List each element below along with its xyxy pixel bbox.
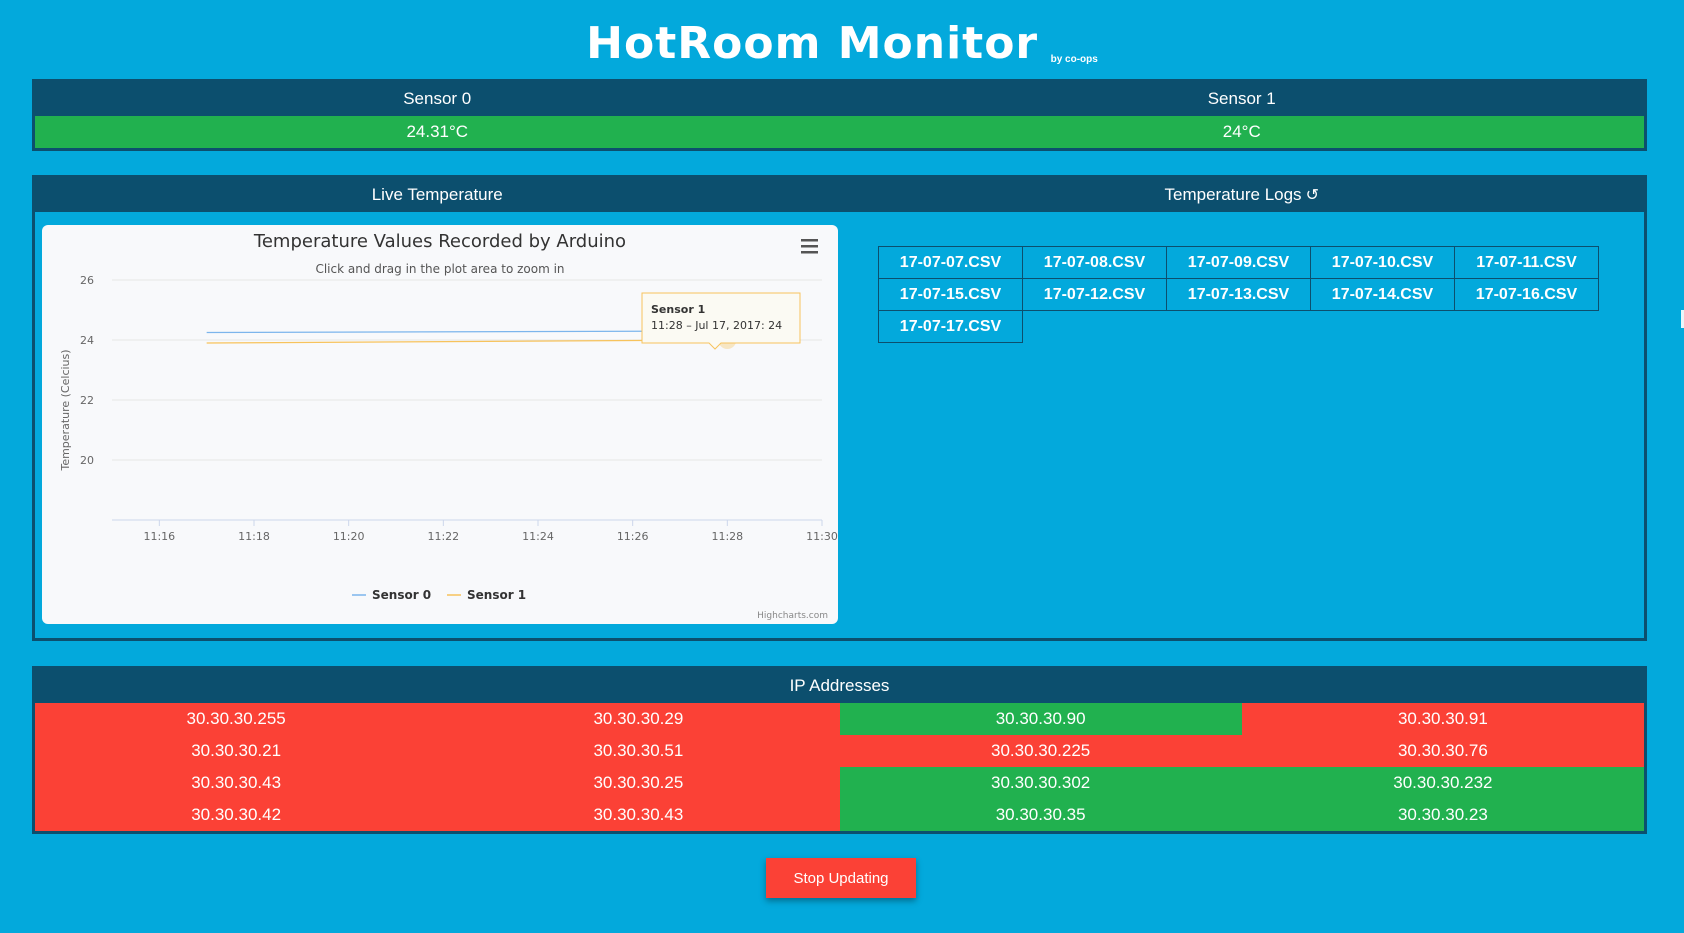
- ip-address-cell: 30.30.30.91: [1241, 703, 1644, 735]
- ip-address-cell: 30.30.30.42: [35, 799, 438, 831]
- live-temperature-heading: Live Temperature: [371, 185, 503, 204]
- page-header: HotRoom Monitor by co-ops: [0, 18, 1684, 69]
- sensor-1-name: Sensor 1: [1207, 89, 1276, 108]
- middle-panel: Live Temperature Temperature Logs ↺ Tempe…: [32, 175, 1647, 641]
- app-title: HotRoom Monitor: [586, 18, 1039, 69]
- ip-address-cell: 30.30.30.302: [839, 767, 1242, 799]
- ip-address-cell: 30.30.30.255: [35, 703, 438, 735]
- ip-address-cell: 30.30.30.21: [35, 735, 438, 767]
- x-tick-label: 11:26: [617, 530, 649, 543]
- log-file-link[interactable]: 17-07-11.CSV: [1454, 246, 1599, 279]
- ip-addresses-heading: IP Addresses: [789, 676, 890, 695]
- ip-panel: IP Addresses 30.30.30.255 30.30.30.29 30.3…: [32, 666, 1647, 834]
- x-tick-label: 11:18: [238, 530, 270, 543]
- ip-address-cell: 30.30.30.43: [437, 799, 840, 831]
- log-file-link[interactable]: 17-07-16.CSV: [1454, 278, 1599, 311]
- sensor-panel-header: Sensor 0 Sensor 1: [35, 82, 1644, 116]
- temperature-chart[interactable]: Temperature Values Recorded by Arduino Cl…: [42, 225, 838, 624]
- log-file-link[interactable]: 17-07-14.CSV: [1310, 278, 1455, 311]
- y-tick-label: 26: [80, 274, 94, 287]
- ip-address-cell: 30.30.30.25: [437, 767, 840, 799]
- ip-address-cell: 30.30.30.43: [35, 767, 438, 799]
- sensor-0-value: 24.31°C: [406, 122, 469, 141]
- x-tick-label: 11:30: [806, 530, 838, 543]
- log-file-link[interactable]: 17-07-13.CSV: [1166, 278, 1311, 311]
- log-file-link[interactable]: 17-07-17.CSV: [878, 310, 1023, 343]
- ip-address-cell: 30.30.30.29: [437, 703, 840, 735]
- log-file-link[interactable]: 17-07-10.CSV: [1310, 246, 1455, 279]
- log-file-link[interactable]: 17-07-15.CSV: [878, 278, 1023, 311]
- x-tick-label: 11:22: [427, 530, 459, 543]
- log-file-link[interactable]: 17-07-09.CSV: [1166, 246, 1311, 279]
- sensor-0-name: Sensor 0: [403, 89, 472, 108]
- app-subtitle: by co-ops: [1050, 54, 1098, 66]
- log-file-link[interactable]: 17-07-12.CSV: [1022, 278, 1167, 311]
- hamburger-menu-icon[interactable]: [801, 239, 818, 254]
- ip-address-cell: 30.30.30.225: [839, 735, 1242, 767]
- y-tick-label: 20: [80, 454, 94, 467]
- legend-item: Sensor 1: [467, 588, 526, 602]
- chart-title: Temperature Values Recorded by Arduino: [253, 231, 626, 252]
- x-tick-label: 11:20: [333, 530, 365, 543]
- log-file-link[interactable]: 17-07-08.CSV: [1022, 246, 1167, 279]
- chart-credits: Highcharts.com: [757, 611, 828, 621]
- temperature-logs-label: Temperature Logs: [1164, 185, 1302, 204]
- tooltip-series: Sensor 1: [651, 303, 705, 316]
- y-axis-label: Temperature (Celcius): [59, 349, 72, 471]
- log-file-link[interactable]: 17-07-07.CSV: [878, 246, 1023, 279]
- sensor-1-value: 24°C: [1222, 122, 1261, 141]
- ip-grid: 30.30.30.255 30.30.30.29 30.30.30.90 30.30.…: [35, 703, 1644, 831]
- tooltip-text: 11:28 – Jul 17, 2017: 24: [651, 319, 782, 332]
- ip-address-cell: 30.30.30.76: [1241, 735, 1644, 767]
- y-tick-label: 24: [80, 334, 94, 347]
- x-tick-label: 11:28: [711, 530, 743, 543]
- chart-svg[interactable]: Temperature Values Recorded by Arduino Cl…: [42, 225, 838, 624]
- ip-address-cell: 30.30.30.232: [1241, 767, 1644, 799]
- refresh-icon[interactable]: ↺: [1306, 187, 1319, 204]
- ip-address-cell: 30.30.30.35: [839, 799, 1242, 831]
- legend-item: Sensor 0: [372, 588, 431, 602]
- ip-address-cell: 30.30.30.90: [839, 703, 1242, 735]
- stop-updating-button[interactable]: Stop Updating: [766, 858, 916, 898]
- ip-address-cell: 30.30.30.23: [1241, 799, 1644, 831]
- ip-panel-header: IP Addresses: [35, 669, 1644, 703]
- log-files: 17-07-07.CSV 17-07-08.CSV 17-07-09.CSV 1…: [878, 246, 1599, 343]
- x-tick-label: 11:24: [522, 530, 554, 543]
- ip-address-cell: 30.30.30.51: [437, 735, 840, 767]
- middle-panel-header: Live Temperature Temperature Logs ↺: [35, 178, 1644, 212]
- x-tick-label: 11:16: [143, 530, 175, 543]
- temperature-logs-heading: Temperature Logs ↺: [840, 185, 1645, 205]
- sensor-panel: Sensor 0 Sensor 1 24.31°C 24°C: [32, 79, 1647, 151]
- chart-subtitle: Click and drag in the plot area to zoom …: [315, 262, 564, 276]
- y-tick-label: 22: [80, 394, 94, 407]
- sensor-values-row: 24.31°C 24°C: [35, 116, 1644, 148]
